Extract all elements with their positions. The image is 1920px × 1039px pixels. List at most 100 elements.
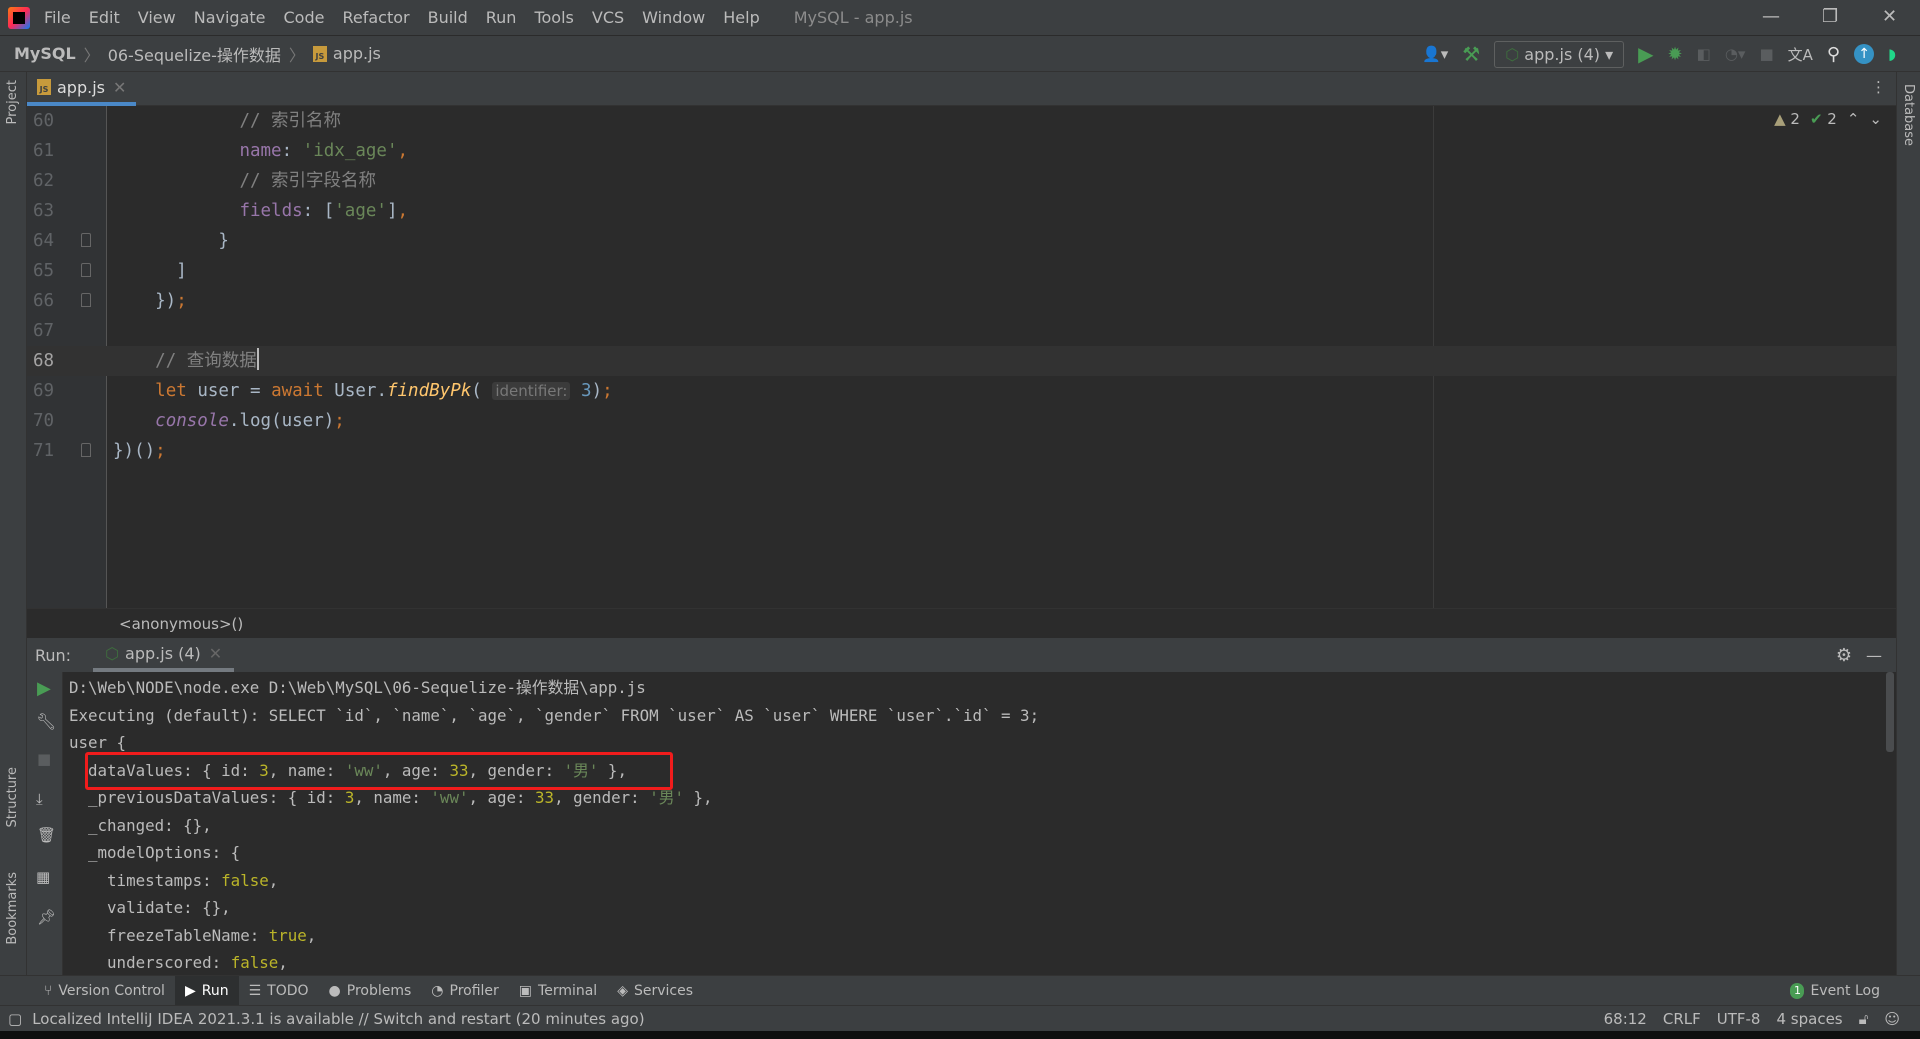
tool-window-run[interactable]: ▶ Run: [174, 975, 239, 1006]
tool-window-profiler[interactable]: ◔ Profiler: [421, 976, 509, 1006]
event-log-button[interactable]: 1 Event Log: [1790, 982, 1880, 999]
layout-icon[interactable]: ▦: [36, 868, 50, 886]
project-tool-button[interactable]: Project: [5, 80, 20, 124]
menu-view[interactable]: View: [138, 8, 176, 27]
debug-bug-icon[interactable]: ✹: [1668, 44, 1683, 65]
update-icon[interactable]: ↑: [1854, 44, 1875, 64]
pin-icon[interactable]: 📌︎: [37, 908, 56, 926]
status-toggle-icon[interactable]: ▢: [8, 1010, 22, 1028]
tab-close-icon[interactable]: ✕: [113, 78, 126, 97]
code-line: 65 ]: [27, 256, 1896, 286]
plugin-icon[interactable]: ◗: [1888, 45, 1896, 63]
code-breadcrumb[interactable]: <anonymous>(): [27, 608, 1896, 638]
wrench-icon[interactable]: 🔧︎: [36, 712, 56, 731]
next-highlight-icon[interactable]: ⌄: [1869, 110, 1882, 128]
structure-tool-button[interactable]: Structure: [5, 767, 20, 827]
line-number: 66: [33, 291, 55, 311]
fold-marker-icon[interactable]: [81, 233, 91, 247]
console-token: 3: [344, 788, 355, 807]
bookmarks-tool-button[interactable]: Bookmarks: [5, 872, 20, 945]
line-number: 70: [33, 411, 55, 431]
rerun-icon[interactable]: ▶: [37, 678, 51, 699]
profile-icon[interactable]: ◔▾: [1725, 45, 1746, 63]
menu-refactor[interactable]: Refactor: [342, 8, 409, 27]
build-hammer-icon[interactable]: ⚒: [1462, 42, 1480, 66]
tab-app-js[interactable]: JS app.js ✕: [27, 72, 137, 106]
restore-button[interactable]: ❐: [1822, 6, 1838, 27]
tool-window-todo[interactable]: ☰ TODO: [239, 976, 319, 1006]
menu-run[interactable]: Run: [486, 8, 517, 27]
menu-vcs[interactable]: VCS: [592, 8, 624, 27]
coverage-icon[interactable]: ◧: [1697, 45, 1711, 63]
file-encoding[interactable]: UTF-8: [1717, 1010, 1761, 1028]
fold-marker-icon[interactable]: [81, 293, 91, 307]
tool-window-label: Run: [201, 982, 229, 999]
tool-window-terminal[interactable]: ▣ Terminal: [509, 976, 607, 1006]
console-output[interactable]: ▶ 🔧︎ ■ ⤓ 🗑︎ ▦ 📌︎ D:\Web\NODE\node.exe D:…: [27, 672, 1896, 975]
lock-icon[interactable]: 🔓︎: [1859, 1010, 1869, 1028]
hide-panel-icon[interactable]: —: [1866, 646, 1882, 665]
minimize-button[interactable]: —: [1762, 6, 1780, 27]
tool-window-version-control[interactable]: ⑂ Version Control: [34, 976, 175, 1006]
fold-marker-icon[interactable]: [81, 263, 91, 277]
fold-marker-icon[interactable]: [81, 443, 91, 457]
more-options-icon[interactable]: ⋮: [1871, 78, 1886, 96]
stop-icon[interactable]: ■: [1759, 45, 1773, 63]
breadcrumb-file[interactable]: app.js: [333, 44, 381, 63]
code-token: let: [155, 381, 198, 401]
console-token: ,: [306, 925, 317, 945]
inspector-icon[interactable]: ☺: [1884, 1010, 1900, 1028]
line-number: 64: [33, 231, 55, 251]
stop-icon[interactable]: ■: [37, 750, 51, 768]
line-ending[interactable]: CRLF: [1663, 1010, 1701, 1028]
menu-file[interactable]: File: [44, 8, 71, 27]
code-token: ;: [155, 441, 166, 461]
translate-icon[interactable]: 文A: [1788, 44, 1813, 65]
menu-help[interactable]: Help: [723, 8, 759, 27]
menu-edit[interactable]: Edit: [89, 8, 120, 27]
menu-build[interactable]: Build: [428, 8, 468, 27]
run-tab-close-icon[interactable]: ✕: [209, 644, 222, 663]
run-tab[interactable]: ⬡ app.js (4) ✕: [93, 638, 235, 672]
breadcrumb-folder[interactable]: 06-Sequelize-操作数据: [108, 42, 281, 66]
database-tool-button[interactable]: Database: [1901, 84, 1916, 146]
run-config-selector[interactable]: ⬡ app.js (4) ▾: [1494, 40, 1625, 68]
menu-code[interactable]: Code: [284, 8, 325, 27]
trash-icon[interactable]: 🗑︎: [37, 826, 56, 844]
close-window-button[interactable]: ✕: [1882, 6, 1897, 27]
menu-tools[interactable]: Tools: [534, 8, 573, 27]
prev-highlight-icon[interactable]: ⌃: [1847, 110, 1860, 128]
warning-count[interactable]: ▲ 2: [1774, 110, 1800, 128]
line-number: 68: [33, 351, 55, 371]
code-editor[interactable]: 60 // 索引名称 61 name: 'idx_age', 62 // 索引字段名…: [27, 106, 1896, 608]
console-scrollbar[interactable]: [1886, 672, 1894, 752]
code-line: 62 // 索引字段名称: [27, 166, 1896, 196]
caret-position[interactable]: 68:12: [1604, 1010, 1647, 1028]
status-message[interactable]: Localized IntelliJ IDEA 2021.3.1 is avai…: [32, 1010, 644, 1028]
menu-navigate[interactable]: Navigate: [194, 8, 266, 27]
code-token: // 索引名称: [239, 111, 342, 131]
breadcrumb-project[interactable]: MySQL: [14, 44, 76, 63]
run-icon[interactable]: ▶: [1638, 42, 1653, 66]
console-token: user {: [69, 733, 127, 752]
inspection-widget[interactable]: ▲ 2 ✔ 2 ⌃ ⌄: [1774, 110, 1882, 128]
console-token: false: [230, 953, 279, 972]
menu-window[interactable]: Window: [642, 8, 705, 27]
ok-count[interactable]: ✔ 2: [1810, 110, 1837, 128]
settings-gear-icon[interactable]: ⚙: [1836, 645, 1852, 666]
search-icon[interactable]: ⚲: [1827, 44, 1840, 65]
scroll-to-end-icon[interactable]: ⤓: [36, 790, 43, 808]
code-token: }: [113, 231, 229, 251]
warning-icon: ▲: [1774, 110, 1786, 128]
user-icon[interactable]: 👤▾: [1422, 45, 1448, 63]
tool-window-problems[interactable]: ● Problems: [319, 976, 422, 1006]
console-token: validate: {},: [69, 898, 231, 917]
indent-setting[interactable]: 4 spaces: [1776, 1010, 1842, 1028]
tool-window-services[interactable]: ◈ Services: [607, 976, 703, 1006]
code-text: })();: [113, 436, 166, 466]
taskbar-edge: [0, 1031, 1920, 1039]
